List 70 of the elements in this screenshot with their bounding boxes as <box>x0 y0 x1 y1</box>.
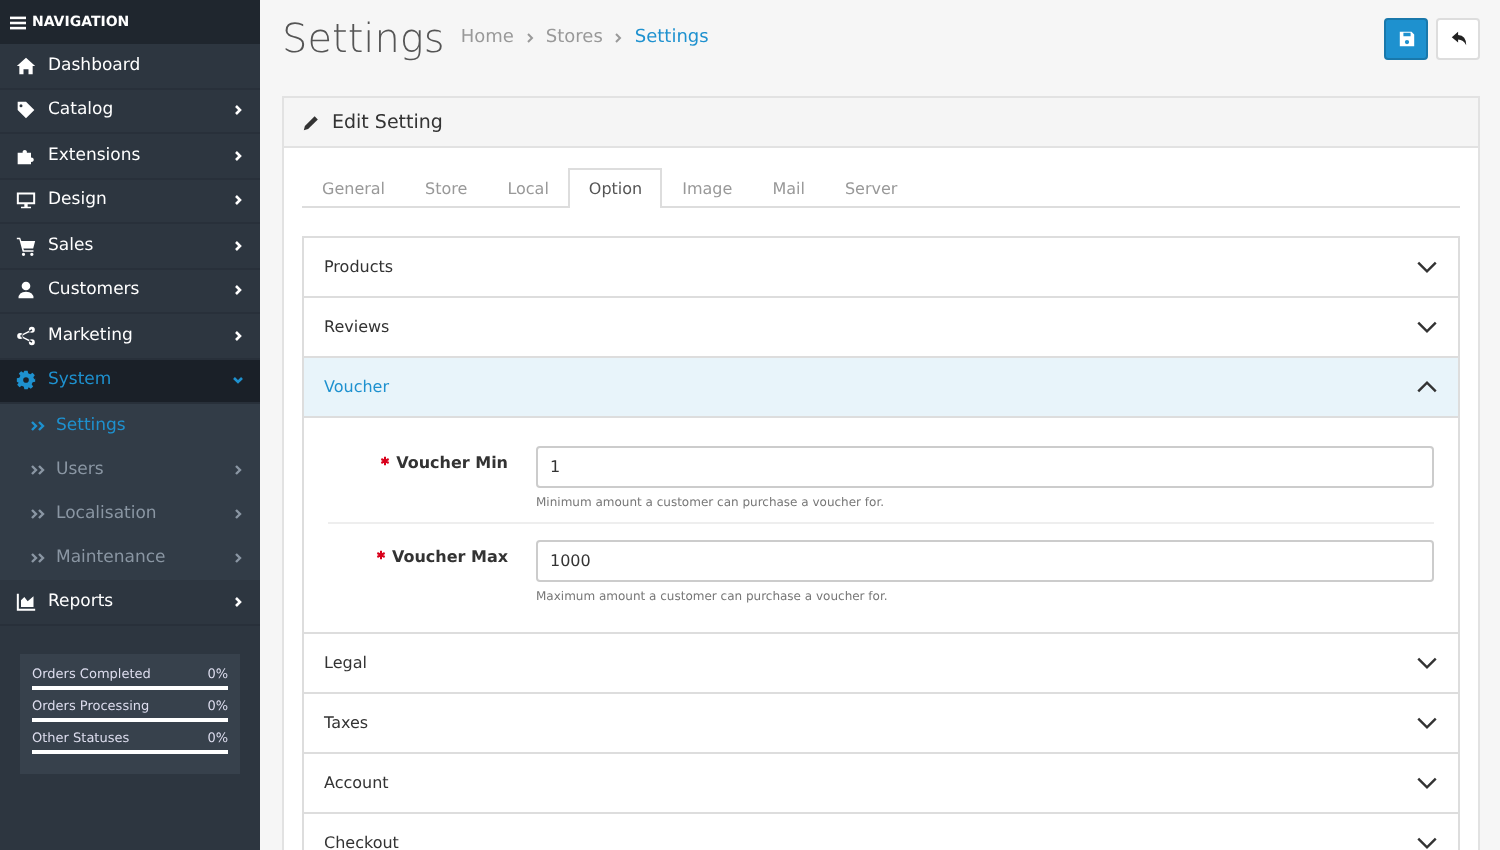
submenu-item[interactable]: Maintenance <box>0 536 260 580</box>
user-icon <box>16 280 36 301</box>
menu-label: Catalog <box>48 100 116 121</box>
save-button[interactable] <box>1384 17 1428 59</box>
section-title: Products <box>324 258 396 276</box>
chart-icon <box>16 591 36 612</box>
chevron-right-icon <box>612 32 625 44</box>
menu-item[interactable]: Reports <box>0 580 260 625</box>
section-title: Taxes <box>324 714 371 732</box>
input-field[interactable]: 1000 <box>536 540 1434 582</box>
cart-icon <box>16 235 36 256</box>
section-title: Reviews <box>324 318 392 336</box>
tab[interactable]: Option <box>568 168 663 208</box>
chevron-down-icon <box>1416 776 1438 790</box>
share-icon <box>16 325 36 346</box>
menu-item[interactable]: Sales <box>0 224 260 269</box>
menu-item[interactable]: Catalog <box>0 89 260 134</box>
accordion-header[interactable]: Checkout <box>304 814 1458 850</box>
menu-item[interactable]: Dashboard <box>0 44 260 89</box>
accordion-header[interactable]: Account <box>304 754 1458 814</box>
menu-item[interactable]: Extensions <box>0 134 260 179</box>
accordion-header[interactable]: Products <box>304 238 1458 298</box>
section-title: Checkout <box>324 834 401 850</box>
section-title: Account <box>324 774 391 792</box>
section-title: Voucher <box>324 378 391 396</box>
panel-heading: Edit Setting <box>332 111 443 133</box>
menu-label: Extensions <box>48 145 143 166</box>
menu-item[interactable]: Design <box>0 179 260 224</box>
chevron-up-icon <box>1416 380 1438 394</box>
chevron-down-icon <box>1416 836 1438 850</box>
chevron-down-icon <box>1416 716 1438 730</box>
submenu-label: Users <box>56 460 106 480</box>
double-chevron-icon <box>30 420 46 432</box>
chevron-right-icon <box>523 32 536 44</box>
menu-icon[interactable] <box>10 15 26 29</box>
section-title: Legal <box>324 654 369 672</box>
menu-label: Dashboard <box>48 55 143 76</box>
input-field[interactable]: 1 <box>536 446 1434 488</box>
back-button[interactable] <box>1436 17 1480 59</box>
submenu-label: Maintenance <box>56 548 168 568</box>
home-icon <box>16 55 36 76</box>
submenu-label: Settings <box>56 416 128 436</box>
tag-icon <box>16 100 36 121</box>
chevron-down-icon <box>1416 656 1438 670</box>
chevron-down-icon <box>1416 260 1438 274</box>
puzzle-icon <box>16 145 36 166</box>
submenu-item[interactable]: Localisation <box>0 492 260 536</box>
monitor-icon <box>16 190 36 211</box>
double-chevron-icon <box>30 464 46 476</box>
accordion-header[interactable]: Legal <box>304 634 1458 694</box>
submenu-label: Localisation <box>56 504 159 524</box>
menu-label: Sales <box>48 235 96 256</box>
menu-label: Design <box>48 190 109 211</box>
double-chevron-icon <box>30 508 46 520</box>
menu-item[interactable]: Customers <box>0 269 260 314</box>
accordion-header[interactable]: Taxes <box>304 694 1458 754</box>
field-label: Voucher Min <box>328 442 536 510</box>
double-chevron-icon <box>30 552 46 564</box>
field-label: Voucher Max <box>328 536 536 604</box>
pencil-icon <box>302 113 320 131</box>
menu-label: Reports <box>48 591 116 612</box>
gear-icon <box>16 370 36 391</box>
menu-label: Customers <box>48 280 142 301</box>
chevron-down-icon <box>1416 320 1438 334</box>
menu-label: System <box>48 370 114 391</box>
menu-label: Marketing <box>48 325 135 346</box>
menu-item[interactable]: System <box>0 359 260 404</box>
page-title: Settings <box>282 14 445 62</box>
submenu-item[interactable]: Users <box>0 448 260 492</box>
reply-arrow-icon <box>1449 29 1467 47</box>
